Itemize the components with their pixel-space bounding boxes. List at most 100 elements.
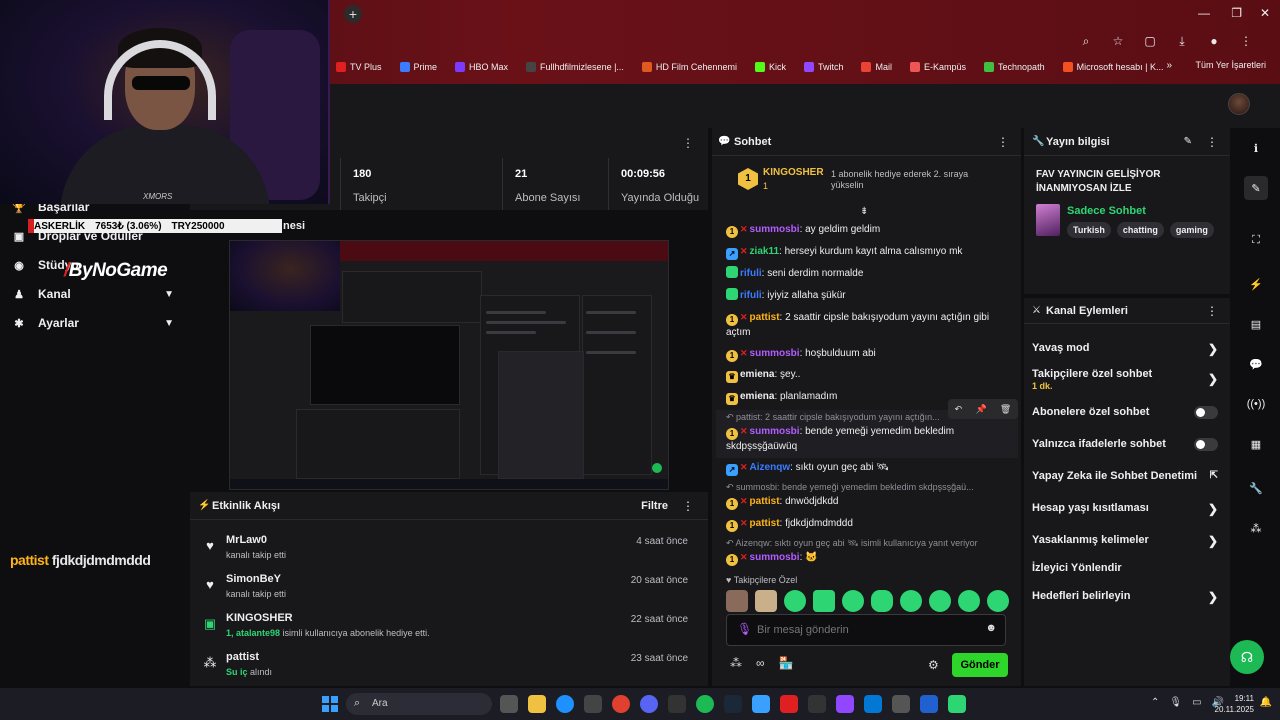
bookmark-item[interactable]: Fullhdfilmizlesene |... bbox=[526, 62, 624, 72]
points-icon[interactable]: ⁂ bbox=[1244, 516, 1268, 540]
toggle-switch[interactable] bbox=[1194, 406, 1218, 419]
action-row[interactable]: Yasaklanmış kelimeler ❯ bbox=[1032, 534, 1222, 548]
bookmarks-overflow-icon[interactable]: » bbox=[1166, 60, 1172, 71]
edit-icon[interactable]: ✎ bbox=[1184, 136, 1192, 147]
app-icon[interactable] bbox=[920, 695, 938, 713]
bookmark-item[interactable]: Microsoft hesabı | K... bbox=[1062, 62, 1163, 72]
sidebar-item-channel[interactable]: ♟ Kanal ▼ bbox=[12, 287, 174, 301]
emote-cat[interactable] bbox=[726, 590, 748, 612]
emote-green-8[interactable] bbox=[987, 590, 1009, 612]
emote-green-6[interactable] bbox=[929, 590, 951, 612]
app-icon[interactable] bbox=[668, 695, 686, 713]
tag[interactable]: Turkish bbox=[1067, 222, 1111, 238]
new-tab-button[interactable]: + bbox=[344, 5, 362, 23]
info-icon[interactable]: ℹ bbox=[1244, 136, 1268, 160]
twitch-icon[interactable] bbox=[836, 695, 854, 713]
tag[interactable]: gaming bbox=[1169, 222, 1214, 238]
spotify-icon[interactable] bbox=[696, 695, 714, 713]
feed-username[interactable]: KINGOSHER bbox=[226, 612, 293, 624]
notification-icon[interactable]: 🔔 bbox=[1260, 697, 1272, 708]
stream-preview[interactable] bbox=[190, 232, 708, 490]
download-icon[interactable]: ⤓ bbox=[1174, 34, 1190, 49]
file-explorer-icon[interactable] bbox=[528, 695, 546, 713]
more-icon[interactable]: ⋮ bbox=[997, 135, 1009, 149]
action-row[interactable]: Hedefleri belirleyin ❯ bbox=[1032, 590, 1222, 604]
chat-username[interactable]: summosbi bbox=[750, 224, 800, 235]
minimize-icon[interactable]: — bbox=[1198, 6, 1210, 20]
task-view-icon[interactable] bbox=[500, 695, 518, 713]
bookmark-item[interactable]: Prime bbox=[399, 62, 437, 72]
chat-username[interactable]: Aizenqw bbox=[750, 462, 791, 473]
clip-icon[interactable]: ⛶ bbox=[1244, 228, 1268, 252]
clock[interactable]: 19:11 20.11.2025 bbox=[1215, 693, 1254, 715]
broadcast-icon[interactable]: ((•)) bbox=[1244, 392, 1268, 416]
zoom-icon[interactable]: ⌕ bbox=[1078, 34, 1094, 49]
bookmark-item[interactable]: TV Plus bbox=[336, 62, 382, 72]
emote-green-7[interactable] bbox=[958, 590, 980, 612]
category-name[interactable]: Sadece Sohbet bbox=[1067, 205, 1146, 217]
pinned-leaderboard[interactable]: 1 KINGOSHER 1 1 abonelik hediye ederek 2… bbox=[712, 158, 1021, 204]
bookmark-item[interactable]: Twitch bbox=[803, 62, 843, 72]
chat-icon[interactable]: 💬 bbox=[1244, 352, 1268, 376]
emote-green-5[interactable] bbox=[900, 590, 922, 612]
category-art[interactable] bbox=[1036, 204, 1060, 236]
action-row[interactable]: Yapay Zeka ile Sohbet Denetimi ⇱ bbox=[1032, 470, 1222, 482]
action-row[interactable]: Hesap yaşı kısıtlaması ❯ bbox=[1032, 502, 1222, 516]
app-icon[interactable] bbox=[948, 695, 966, 713]
star-icon[interactable]: ☆ bbox=[1110, 34, 1126, 49]
edit-icon[interactable]: ✎ bbox=[1244, 176, 1268, 200]
app-icon[interactable] bbox=[808, 695, 826, 713]
infinity-icon[interactable]: ∞ bbox=[756, 656, 765, 670]
feed-username[interactable]: MrLaw0 bbox=[226, 534, 267, 546]
chat-settings-icon[interactable]: ⚙ bbox=[928, 658, 939, 672]
chat-username[interactable]: pattist bbox=[750, 518, 780, 529]
outlook-icon[interactable] bbox=[864, 695, 882, 713]
points-icon[interactable]: ⁂ bbox=[730, 656, 742, 670]
emote-green-2[interactable] bbox=[813, 590, 835, 612]
edge-icon[interactable] bbox=[556, 695, 574, 713]
discord-icon[interactable] bbox=[640, 695, 658, 713]
bookmark-item[interactable]: HBO Max bbox=[455, 62, 508, 72]
more-icon[interactable]: ⋮ bbox=[1206, 304, 1218, 318]
bookmark-item[interactable]: Mail bbox=[861, 62, 892, 72]
all-bookmarks[interactable]: Tüm Yer İşaretleri bbox=[1195, 60, 1266, 70]
close-icon[interactable]: ✕ bbox=[1260, 6, 1270, 20]
more-icon[interactable]: ⋮ bbox=[1206, 135, 1218, 149]
mic-icon[interactable]: 🎙 bbox=[1169, 697, 1182, 708]
emote-green-1[interactable] bbox=[784, 590, 806, 612]
toggle-switch[interactable] bbox=[1194, 438, 1218, 451]
feed-username[interactable]: pattist bbox=[226, 651, 259, 663]
action-row[interactable]: İzleyici Yönlendir bbox=[1032, 562, 1222, 574]
chevron-up-icon[interactable]: ⌃ bbox=[1151, 697, 1159, 708]
more-icon[interactable]: ⋮ bbox=[682, 136, 694, 150]
notes-icon[interactable]: ▤ bbox=[1244, 312, 1268, 336]
store-icon[interactable]: 🏪 bbox=[779, 656, 794, 670]
mic-icon[interactable]: 🎙 bbox=[737, 622, 752, 636]
chat-username[interactable]: emiena bbox=[740, 369, 774, 380]
steam-icon[interactable] bbox=[724, 695, 742, 713]
more-icon[interactable]: ⋮ bbox=[682, 499, 694, 513]
avatar[interactable] bbox=[1228, 93, 1250, 115]
app-icon[interactable] bbox=[752, 695, 770, 713]
menu-icon[interactable]: ⋮ bbox=[1238, 34, 1254, 49]
filter-button[interactable]: Filtre bbox=[641, 500, 668, 512]
feed-username[interactable]: SimonBeY bbox=[226, 573, 281, 585]
maximize-icon[interactable]: ❐ bbox=[1231, 6, 1242, 20]
chat-username[interactable]: ziak11 bbox=[750, 246, 779, 257]
emote-dog[interactable] bbox=[755, 590, 777, 612]
moderation-icon[interactable]: ▦ bbox=[1244, 432, 1268, 456]
chat-username[interactable]: summosbi bbox=[750, 348, 800, 359]
sidebar-item-settings[interactable]: ✱ Ayarlar ▼ bbox=[12, 316, 174, 330]
chat-username[interactable]: summosbi bbox=[750, 426, 800, 437]
chat-username[interactable]: summosbi bbox=[750, 552, 800, 563]
chat-username[interactable]: pattist bbox=[750, 496, 780, 507]
windows-start-icon[interactable] bbox=[322, 696, 338, 712]
bookmark-item[interactable]: HD Film Cehennemi bbox=[641, 62, 737, 72]
chat-input[interactable] bbox=[757, 622, 977, 638]
chat-username[interactable]: rifuli bbox=[740, 268, 762, 279]
help-button[interactable]: ☊ bbox=[1230, 640, 1264, 674]
emoji-icon[interactable]: ☻ bbox=[985, 622, 997, 634]
bookmark-item[interactable]: Kick bbox=[754, 62, 786, 72]
bookmark-item[interactable]: Technopath bbox=[984, 62, 1045, 72]
obs-icon[interactable] bbox=[780, 695, 798, 713]
